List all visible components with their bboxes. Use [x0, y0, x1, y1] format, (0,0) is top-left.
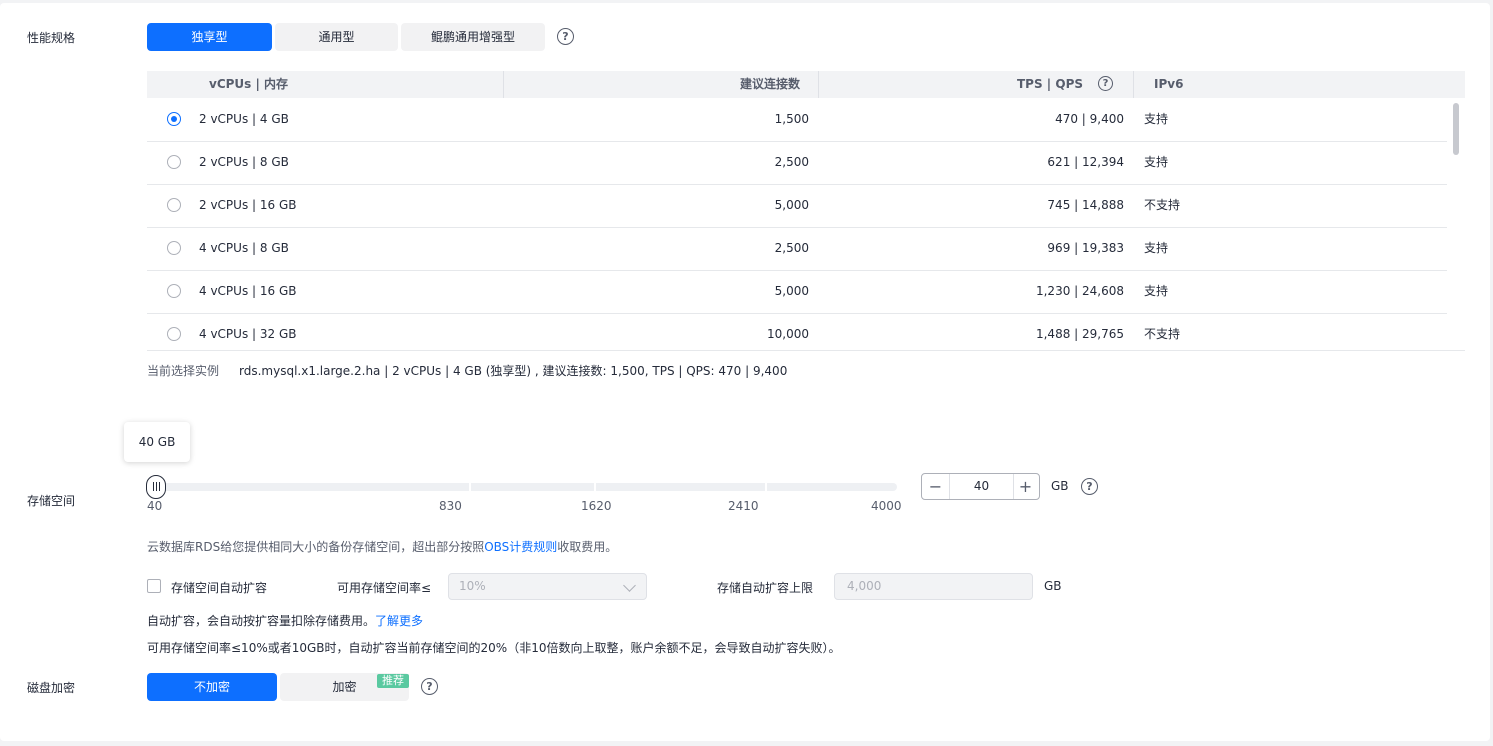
row-connections: 1,500 — [774, 112, 809, 126]
help-icon[interactable]: ? — [421, 678, 438, 695]
spec-table: vCPUs | 内存 建议连接数 TPS | QPS ? IPv6 2 vCPU… — [147, 71, 1465, 351]
storage-input[interactable]: 40 — [949, 474, 1014, 499]
tab-kunpeng[interactable]: 鲲鹏通用增强型 — [401, 23, 545, 51]
tab-general[interactable]: 通用型 — [275, 23, 398, 51]
radio[interactable] — [167, 198, 181, 212]
row-ipv6: 支持 — [1144, 155, 1169, 169]
plus-icon[interactable]: + — [1012, 474, 1039, 499]
table-row[interactable]: 2 vCPUs | 4 GB 1,500 470 | 9,400 支持 — [147, 98, 1447, 142]
storage-note-text: 云数据库RDS给您提供相同大小的备份存储空间，超出部分按照 — [147, 540, 485, 554]
storage-unit: GB — [1051, 479, 1069, 493]
radio-selected[interactable] — [167, 112, 181, 126]
scrollbar-thumb[interactable] — [1453, 103, 1459, 155]
autoscale-note1: 自动扩容，会自动按扩容量扣除存储费用。了解更多 — [147, 612, 423, 629]
limit-input[interactable]: 4,000 — [834, 573, 1033, 600]
row-tps-qps: 745 | 14,888 — [1047, 198, 1124, 212]
row-spec: 4 vCPUs | 32 GB — [199, 327, 297, 341]
row-connections: 5,000 — [774, 198, 809, 212]
row-ipv6: 支持 — [1144, 112, 1169, 126]
limit-label: 存储自动扩容上限 — [717, 581, 814, 595]
table-header: vCPUs | 内存 建议连接数 TPS | QPS ? IPv6 — [147, 71, 1465, 98]
row-connections: 10,000 — [767, 327, 809, 341]
autoscale-note2: 可用存储空间率≤10%或者10GB时，自动扩容当前存储空间的20%（非10倍数向… — [147, 641, 841, 655]
current-selection-label: 当前选择实例 — [147, 364, 220, 378]
radio[interactable] — [167, 284, 181, 298]
row-ipv6: 不支持 — [1144, 327, 1181, 341]
row-connections: 2,500 — [774, 155, 809, 169]
storage-note-suffix: 收取费用。 — [557, 540, 618, 554]
slider-tooltip: 40 GB — [124, 422, 190, 462]
row-tps-qps: 621 | 12,394 — [1047, 155, 1124, 169]
storage-slider-track[interactable] — [153, 483, 897, 491]
table-row[interactable]: 2 vCPUs | 16 GB 5,000 745 | 14,888 不支持 — [147, 184, 1447, 228]
help-icon[interactable]: ? — [557, 28, 574, 45]
header-divider — [818, 71, 819, 98]
autoscale-label: 存储空间自动扩容 — [171, 581, 268, 595]
row-spec: 2 vCPUs | 16 GB — [199, 198, 297, 212]
row-ipv6: 支持 — [1144, 284, 1169, 298]
chevron-down-icon — [623, 579, 636, 592]
limit-unit: GB — [1044, 579, 1062, 593]
radio[interactable] — [167, 327, 181, 341]
storage-stepper: − 40 + — [921, 473, 1040, 500]
tick-label: 4000 — [871, 499, 902, 513]
tick-label: 40 — [147, 499, 163, 513]
storage-slider-handle[interactable] — [146, 475, 166, 499]
row-tps-qps: 1,230 | 24,608 — [1035, 284, 1124, 298]
row-ipv6: 不支持 — [1144, 198, 1181, 212]
table-row[interactable]: 4 vCPUs | 8 GB 2,500 969 | 19,383 支持 — [147, 227, 1447, 271]
ratio-label: 可用存储空间率≤ — [337, 581, 432, 595]
recommend-badge: 推荐 — [377, 674, 409, 688]
minus-icon[interactable]: − — [922, 474, 949, 499]
row-spec: 2 vCPUs | 4 GB — [199, 112, 289, 126]
header-ipv6: IPv6 — [1154, 77, 1184, 91]
encryption-label: 磁盘加密 — [27, 681, 76, 695]
autoscale-note1-text: 自动扩容，会自动按扩容量扣除存储费用。 — [147, 614, 376, 628]
storage-label: 存储空间 — [27, 494, 76, 508]
encryption-off-button[interactable]: 不加密 — [147, 673, 277, 701]
radio[interactable] — [167, 155, 181, 169]
header-divider — [1133, 71, 1134, 98]
slider-tick — [765, 483, 767, 491]
row-spec: 4 vCPUs | 8 GB — [199, 241, 289, 255]
tick-label: 830 — [439, 499, 462, 513]
table-row[interactable]: 4 vCPUs | 16 GB 5,000 1,230 | 24,608 支持 — [147, 270, 1447, 314]
header-connections: 建议连接数 — [739, 77, 800, 91]
storage-note: 云数据库RDS给您提供相同大小的备份存储空间，超出部分按照OBS计费规则收取费用… — [147, 538, 617, 555]
row-tps-qps: 969 | 19,383 — [1047, 241, 1124, 255]
slider-tick — [594, 483, 596, 491]
row-ipv6: 支持 — [1144, 241, 1169, 255]
table-row[interactable]: 4 vCPUs | 32 GB 10,000 1,488 | 29,765 不支… — [147, 313, 1447, 351]
tick-label: 2410 — [728, 499, 759, 513]
ratio-select-value: 10% — [459, 579, 486, 593]
row-tps-qps: 470 | 9,400 — [1055, 112, 1124, 126]
autoscale-checkbox[interactable] — [147, 579, 161, 593]
header-divider — [503, 71, 504, 98]
tick-label: 1620 — [581, 499, 612, 513]
learn-more-link[interactable]: 了解更多 — [375, 614, 423, 628]
help-icon[interactable]: ? — [1081, 478, 1098, 495]
spec-label: 性能规格 — [27, 31, 76, 45]
ratio-select[interactable]: 10% — [448, 573, 647, 600]
row-spec: 2 vCPUs | 8 GB — [199, 155, 289, 169]
table-row[interactable]: 2 vCPUs | 8 GB 2,500 621 | 12,394 支持 — [147, 141, 1447, 185]
obs-billing-link[interactable]: OBS计费规则 — [484, 540, 557, 554]
current-selection-value: rds.mysql.x1.large.2.ha | 2 vCPUs | 4 GB… — [239, 364, 788, 378]
header-tps-qps: TPS | QPS — [1017, 77, 1083, 91]
tab-dedicated[interactable]: 独享型 — [147, 23, 272, 51]
row-connections: 2,500 — [774, 241, 809, 255]
row-spec: 4 vCPUs | 16 GB — [199, 284, 297, 298]
table-bottom-divider — [147, 350, 1465, 351]
help-icon[interactable]: ? — [1098, 76, 1113, 91]
slider-tick — [469, 483, 471, 491]
row-connections: 5,000 — [774, 284, 809, 298]
header-vcpu-mem: vCPUs | 内存 — [209, 77, 289, 91]
row-tps-qps: 1,488 | 29,765 — [1035, 327, 1124, 341]
radio[interactable] — [167, 241, 181, 255]
